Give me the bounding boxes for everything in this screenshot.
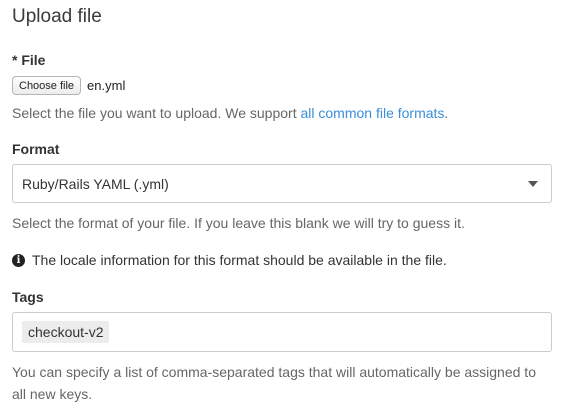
tags-input[interactable]: checkout-v2 [12, 312, 552, 352]
info-circle-icon: i [12, 253, 25, 267]
choose-file-button[interactable]: Choose file [12, 76, 82, 95]
tag-chip[interactable]: checkout-v2 [22, 321, 110, 343]
chevron-down-icon [528, 181, 538, 187]
page-title: Upload file [12, 6, 102, 27]
file-help-suffix: . [444, 105, 449, 121]
selected-file-name: en.yml [87, 78, 126, 93]
file-input-row[interactable]: Choose file en.yml [12, 76, 125, 95]
file-formats-link[interactable]: all common file formats [300, 105, 444, 121]
format-selected-value: Ruby/Rails YAML (.yml) [22, 175, 169, 192]
tags-help-text: You can specify a list of comma-separate… [12, 361, 536, 405]
tags-help-line-1: You can specify a list of comma-separate… [12, 364, 536, 380]
format-label: Format [12, 141, 60, 157]
tags-help-line-2: all new keys. [12, 386, 93, 402]
file-help-prefix: Select the file you want to upload. We s… [12, 105, 301, 121]
format-info-text: The locale information for this format s… [32, 252, 447, 268]
format-help-text: Select the format of your file. If you l… [12, 215, 465, 231]
format-info-note: i The locale information for this format… [12, 252, 447, 268]
format-select[interactable]: Ruby/Rails YAML (.yml) [12, 164, 552, 203]
file-label: * File [12, 52, 46, 68]
tags-label: Tags [12, 289, 44, 305]
file-help-text: Select the file you want to upload. We s… [12, 102, 448, 124]
